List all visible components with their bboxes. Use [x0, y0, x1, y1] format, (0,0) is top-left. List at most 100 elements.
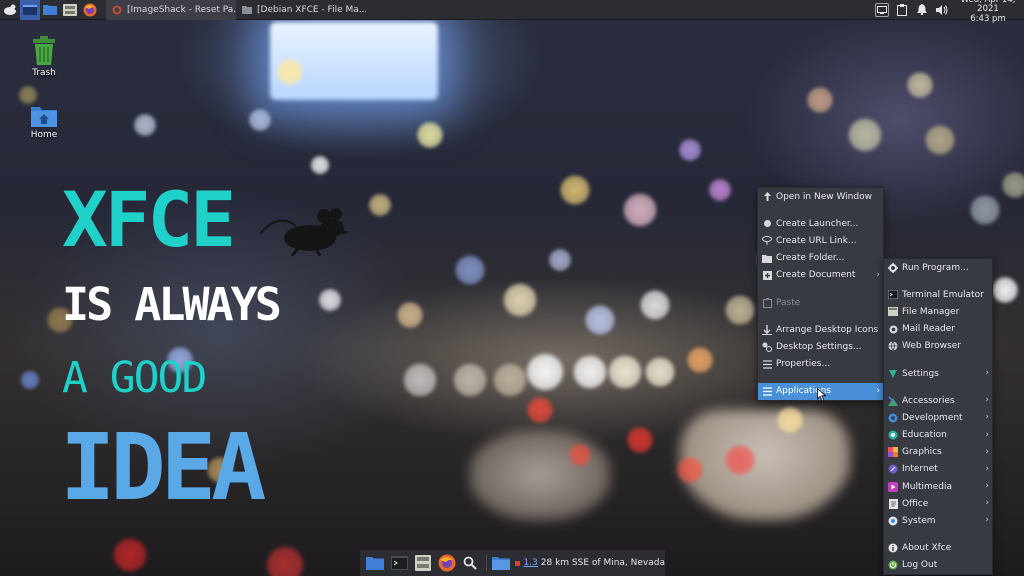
- dock-firefox[interactable]: [435, 551, 458, 575]
- folder-icon: [242, 5, 252, 14]
- system-icon: [888, 516, 898, 526]
- bokeh-light: [924, 124, 956, 156]
- link-icon: [762, 236, 772, 246]
- bokeh-light: [20, 370, 40, 390]
- bokeh-light: [1001, 171, 1024, 199]
- firefox-launcher[interactable]: [80, 0, 100, 20]
- menu-item-education[interactable]: Education ›: [884, 427, 992, 444]
- tray-volume-button[interactable]: [932, 0, 952, 20]
- menu-item-office[interactable]: Office ›: [884, 495, 992, 512]
- menu-item-terminal-emulator[interactable]: Terminal Emulator: [884, 286, 992, 303]
- slogan-line-4: IDEA: [60, 414, 267, 521]
- menu-item-create-folder[interactable]: Create Folder...: [758, 250, 883, 267]
- task-imageshack[interactable]: [ImageShack - Reset Pa...: [106, 0, 236, 20]
- properties-icon: [762, 359, 772, 369]
- dock-terminal[interactable]: [388, 551, 411, 575]
- menu-item-desktop-settings[interactable]: Desktop Settings...: [758, 338, 883, 355]
- menu-item-about-xfce[interactable]: About Xfce: [884, 540, 992, 557]
- clock[interactable]: Wed, Apr 14, 2021 6:43 pm: [952, 0, 1024, 24]
- weather-plugin[interactable]: 1.3 28 km SSE of Mina, Nevada: [515, 558, 665, 568]
- tray-clipboard-button[interactable]: [892, 0, 912, 20]
- tray-notifications-button[interactable]: [912, 0, 932, 20]
- window-buttons-launcher[interactable]: [20, 0, 40, 20]
- bokeh-light: [452, 362, 488, 398]
- bokeh-light: [708, 178, 732, 202]
- menu-item-web-browser[interactable]: Web Browser: [884, 338, 992, 355]
- display-icon: [877, 5, 887, 14]
- bokeh-light: [248, 108, 272, 132]
- dock-folder[interactable]: [490, 551, 513, 575]
- home-folder-icon: [31, 107, 57, 127]
- firefox-icon: [438, 554, 456, 572]
- menu-item-system[interactable]: System ›: [884, 512, 992, 529]
- slogan-line-3: A GOOD: [62, 353, 207, 403]
- xfce-mouse-logo-icon: [259, 208, 349, 256]
- menu-separator: [758, 311, 883, 321]
- submenu-arrow-icon: ›: [876, 269, 880, 280]
- menu-item-run-program[interactable]: Run Program...: [884, 259, 992, 276]
- bokeh-light: [806, 86, 834, 114]
- file-manager-icon: [414, 555, 431, 571]
- menu-separator: [758, 205, 883, 215]
- arrange-icon: [762, 324, 772, 335]
- bokeh-light: [991, 276, 1019, 304]
- about-icon: [888, 543, 898, 553]
- bokeh-light: [568, 443, 592, 467]
- development-icon: [888, 413, 898, 423]
- task-file-manager[interactable]: [Debian XFCE - File Ma...: [236, 0, 366, 20]
- dock-search[interactable]: [459, 551, 482, 575]
- desktop-icon-home[interactable]: Home: [14, 104, 74, 140]
- menu-item-graphics[interactable]: Graphics ›: [884, 444, 992, 461]
- internet-icon: [888, 464, 898, 474]
- menu-item-open-new-window[interactable]: Open in New Window: [758, 188, 883, 205]
- bokeh-light: [639, 289, 671, 321]
- menu-item-development[interactable]: Development ›: [884, 409, 992, 426]
- menu-item-accessories[interactable]: Accessories ›: [884, 392, 992, 409]
- bokeh-light: [368, 193, 392, 217]
- menu-item-properties[interactable]: Properties...: [758, 356, 883, 373]
- menu-item-create-document[interactable]: Create Document ›: [758, 267, 883, 284]
- menu-item-paste[interactable]: Paste: [758, 294, 883, 311]
- menu-item-settings[interactable]: Settings ›: [884, 365, 992, 382]
- bokeh-light: [502, 282, 538, 318]
- menu-separator: [884, 355, 992, 365]
- submenu-arrow-icon: ›: [876, 385, 880, 396]
- submenu-arrow-icon: ›: [985, 446, 989, 457]
- menu-item-mail-reader[interactable]: Mail Reader: [884, 321, 992, 338]
- file-manager-launcher[interactable]: [60, 0, 80, 20]
- menu-item-file-manager[interactable]: File Manager: [884, 303, 992, 320]
- accessories-icon: [888, 396, 898, 406]
- show-desktop-button[interactable]: [40, 0, 60, 20]
- terminal-icon: [888, 290, 898, 300]
- menu-item-arrange-desktop-icons[interactable]: Arrange Desktop Icons: [758, 321, 883, 338]
- desktop-icon-trash[interactable]: Trash: [14, 36, 74, 78]
- menu-item-multimedia[interactable]: Multimedia ›: [884, 478, 992, 495]
- folder-icon: [492, 557, 511, 570]
- submenu-arrow-icon: ›: [985, 367, 989, 378]
- applications-icon: [762, 386, 772, 396]
- bokeh-light: [525, 352, 565, 392]
- menu-item-log-out[interactable]: Log Out: [884, 557, 992, 574]
- bokeh-light: [454, 254, 486, 286]
- submenu-arrow-icon: ›: [985, 498, 989, 509]
- menu-separator: [884, 276, 992, 286]
- bokeh-light: [847, 117, 883, 153]
- settings-icon: [888, 369, 898, 379]
- bokeh-light: [112, 537, 148, 573]
- office-icon: [888, 498, 898, 509]
- menu-item-create-url-link[interactable]: Create URL Link...: [758, 232, 883, 249]
- bell-icon: [917, 4, 927, 15]
- launcher-icon: [762, 219, 772, 229]
- task-label: [ImageShack - Reset Pa...: [127, 4, 236, 15]
- submenu-arrow-icon: ›: [985, 515, 989, 526]
- bokeh-light: [607, 354, 643, 390]
- menu-item-create-launcher[interactable]: Create Launcher...: [758, 215, 883, 232]
- whisker-menu-button[interactable]: [0, 0, 20, 20]
- tray-display-button[interactable]: [872, 0, 892, 20]
- bokeh-light: [133, 113, 157, 137]
- menu-item-internet[interactable]: Internet ›: [884, 461, 992, 478]
- bokeh-light: [18, 85, 38, 105]
- bokeh-light: [776, 406, 804, 434]
- dock-show-desktop[interactable]: [364, 551, 387, 575]
- dock-file-manager[interactable]: [412, 551, 435, 575]
